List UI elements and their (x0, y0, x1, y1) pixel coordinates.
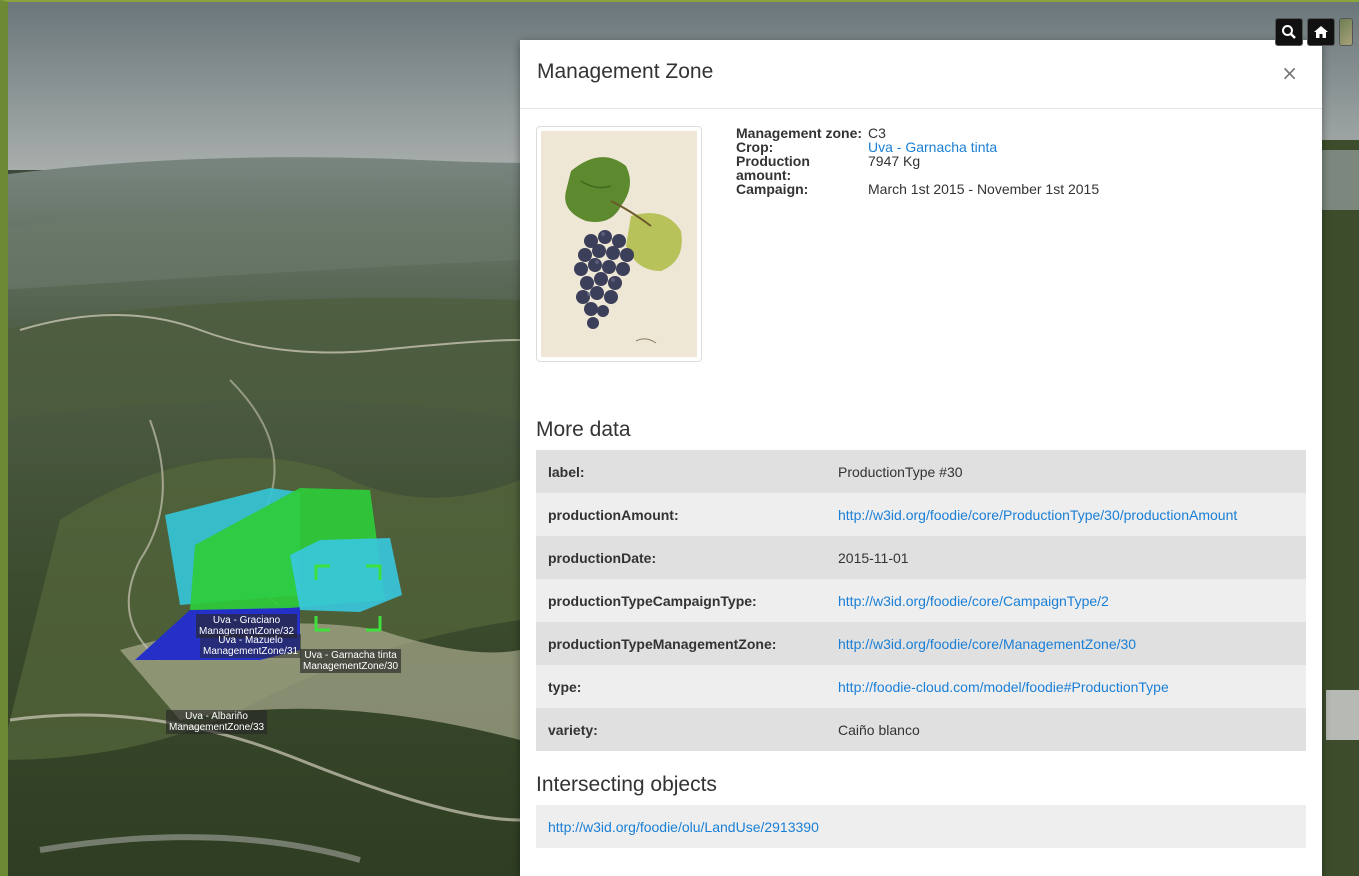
property-link[interactable]: http://w3id.org/foodie/core/ManagementZo… (838, 636, 1136, 652)
home-icon[interactable] (1307, 18, 1335, 46)
property-value: ProductionType #30 (822, 450, 1306, 493)
property-link[interactable]: http://foodie-cloud.com/model/foodie#Pro… (838, 679, 1169, 695)
info-row-production: Production amount: 7947 Kg (736, 154, 1322, 182)
property-key: productionDate: (536, 536, 822, 579)
property-link[interactable]: http://w3id.org/foodie/core/ProductionTy… (838, 507, 1237, 523)
property-value: http://w3id.org/foodie/core/ManagementZo… (822, 622, 1306, 665)
table-row: productionDate: 2015-11-01 (536, 536, 1306, 579)
crop-thumbnail[interactable] (536, 126, 702, 362)
table-row: label: ProductionType #30 (536, 450, 1306, 493)
table-row: productionTypeCampaignType: http://w3id.o… (536, 579, 1306, 622)
intersecting-link[interactable]: http://w3id.org/foodie/olu/LandUse/29133… (548, 819, 819, 835)
campaign-value: March 1st 2015 - November 1st 2015 (868, 181, 1100, 197)
crop-label: Crop: (736, 139, 774, 155)
production-value: 7947 Kg (868, 153, 921, 169)
dialog-title: Management Zone (537, 60, 714, 83)
property-value: http://w3id.org/foodie/core/ProductionTy… (822, 493, 1306, 536)
info-row-crop: Crop: Uva - Garnacha tinta (736, 140, 1322, 154)
search-icon[interactable] (1275, 18, 1303, 46)
property-value: 2015-11-01 (822, 536, 1306, 579)
table-row: productionAmount: http://w3id.org/foodie/… (536, 493, 1306, 536)
map-label-mazuelo[interactable]: Uva - Mazuelo ManagementZone/31 (200, 634, 302, 658)
property-key: type: (536, 665, 822, 708)
table-row: variety: Caiño blanco (536, 708, 1306, 751)
more-data-title: More data (536, 418, 631, 441)
basemap-picker-icon[interactable] (1339, 18, 1353, 46)
grape-illustration (541, 131, 697, 357)
property-value: http://foodie-cloud.com/model/foodie#Pro… (822, 665, 1306, 708)
property-value: http://w3id.org/foodie/core/CampaignType… (822, 579, 1306, 622)
property-key: variety: (536, 708, 822, 751)
property-key: label: (536, 450, 822, 493)
zone-info: Management zone: C3 Crop: Uva - Garnacha… (736, 126, 1322, 196)
info-row-campaign: Campaign: March 1st 2015 - November 1st … (736, 182, 1322, 196)
dialog-header: Management Zone × (520, 40, 1322, 109)
campaign-label: Campaign: (736, 181, 809, 197)
info-row-zone: Management zone: C3 (736, 126, 1322, 140)
zone-cyan-30[interactable] (290, 538, 402, 612)
zone-label: Management zone: (736, 125, 863, 141)
table-row: productionTypeManagementZone: http://w3id… (536, 622, 1306, 665)
map-label-garnacha[interactable]: Uva - Garnacha tinta ManagementZone/30 (300, 649, 402, 673)
property-key: productionTypeManagementZone: (536, 622, 822, 665)
intersecting-list: http://w3id.org/foodie/olu/LandUse/29133… (536, 805, 1306, 848)
map-label-albarino[interactable]: Uva - Albariño ManagementZone/33 (166, 710, 268, 734)
property-value: Caiño blanco (822, 708, 1306, 751)
production-label: Production amount: (736, 153, 810, 183)
intersecting-title: Intersecting objects (536, 773, 717, 796)
more-data-table: label: ProductionType #30 productionAmount… (536, 450, 1306, 751)
close-button[interactable]: × (1275, 60, 1304, 86)
property-key: productionTypeCampaignType: (536, 579, 822, 622)
zone-value: C3 (868, 125, 886, 141)
table-row: type: http://foodie-cloud.com/model/foodi… (536, 665, 1306, 708)
map-toolbar (1275, 18, 1353, 46)
management-zone-dialog: Management Zone × Management zone: C3 Cr… (520, 40, 1322, 876)
property-key: productionAmount: (536, 493, 822, 536)
property-link[interactable]: http://w3id.org/foodie/core/CampaignType… (838, 593, 1109, 609)
